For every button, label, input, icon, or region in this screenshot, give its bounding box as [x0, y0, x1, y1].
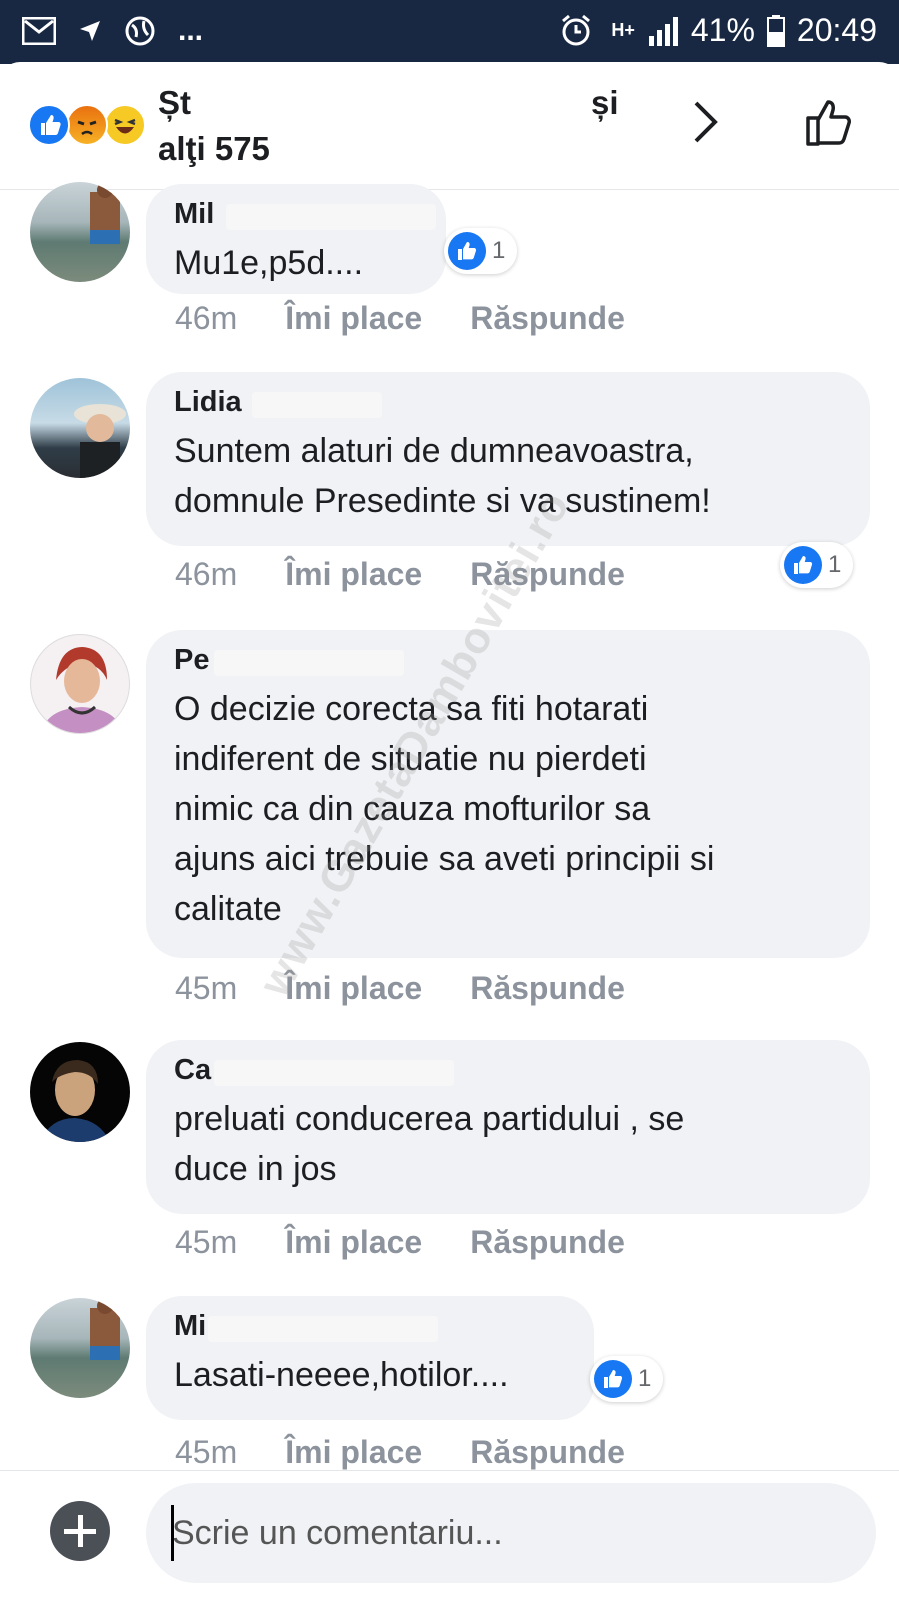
avatar[interactable]: [30, 378, 130, 478]
navigation-icon: [80, 21, 100, 41]
comment-text: Lasati-neeee,hotilor....: [174, 1356, 509, 1394]
comment-actions: 46m Îmi place Răspunde: [175, 556, 625, 593]
comment-author[interactable]: Ca: [174, 1054, 842, 1094]
reply-button[interactable]: Răspunde: [470, 300, 625, 337]
comment-bubble[interactable]: Mil Mu1e,p5d....: [146, 184, 446, 294]
angry-reaction-icon: [66, 104, 108, 146]
status-bar: ... H+ 41% 20:49: [0, 0, 899, 64]
comment-input[interactable]: Scrie un comentariu...: [146, 1483, 876, 1583]
comment-like-count[interactable]: 1: [780, 542, 854, 588]
comment-bubble[interactable]: Mi Lasati-neeee,hotilor....: [146, 1296, 594, 1420]
gmail-icon: [22, 17, 56, 45]
comment-text: Mu1e,p5d....: [174, 244, 364, 282]
comment-author[interactable]: Mi: [174, 1310, 566, 1350]
globe-icon: [125, 16, 155, 46]
like-outline-icon[interactable]: [804, 96, 856, 148]
comment-time: 45m: [175, 970, 238, 1006]
comment-time: 45m: [175, 1224, 238, 1260]
chevron-right-icon[interactable]: [693, 100, 719, 144]
like-button[interactable]: Îmi place: [285, 1434, 422, 1471]
reaction-icons: [28, 104, 158, 148]
comment-author[interactable]: Lidia: [174, 386, 842, 426]
signal-icon: [648, 16, 678, 46]
comment-text: O decizie corecta sa fiti hotarati indif…: [174, 690, 715, 928]
reactors-summary: Șt și alţi 575: [158, 84, 619, 167]
like-button[interactable]: Îmi place: [285, 1224, 422, 1261]
comment-bubble[interactable]: Pe O decizie corecta sa fiti hotarati in…: [146, 630, 870, 958]
reply-button[interactable]: Răspunde: [470, 970, 625, 1007]
comment-composer: Scrie un comentariu...: [0, 1470, 899, 1599]
avatar[interactable]: [30, 1042, 130, 1142]
comment-time: 45m: [175, 1434, 238, 1470]
battery-icon: [766, 14, 785, 47]
network-type: H+: [611, 20, 635, 40]
comment-bubble[interactable]: Ca preluati conducerea partidului , se d…: [146, 1040, 870, 1214]
avatar[interactable]: [30, 182, 130, 282]
comment-like-count[interactable]: 1: [590, 1356, 664, 1402]
reply-button[interactable]: Răspunde: [470, 1224, 625, 1261]
comment-actions: 45m Îmi place Răspunde: [175, 1434, 625, 1471]
comment-time: 46m: [175, 300, 238, 336]
like-icon: [784, 546, 822, 584]
text-cursor: [171, 1505, 174, 1561]
comment-time: 46m: [175, 556, 238, 592]
comment-author[interactable]: Pe: [174, 644, 842, 684]
comment-actions: 45m Îmi place Răspunde: [175, 1224, 625, 1261]
comment-author[interactable]: Mil: [174, 198, 436, 238]
add-attachment-button[interactable]: [50, 1501, 110, 1561]
comment-actions: 45m Îmi place Răspunde: [175, 970, 625, 1007]
reactions-header[interactable]: Șt și alţi 575: [0, 62, 899, 190]
comment-bubble[interactable]: Lidia Suntem alaturi de dumneavoastra, d…: [146, 372, 870, 546]
avatar[interactable]: [30, 634, 130, 734]
comment-text: preluati conducerea partidului , se duce…: [174, 1100, 685, 1188]
more-notifications-icon: ...: [178, 14, 204, 47]
haha-reaction-icon: [104, 104, 146, 146]
like-icon: [594, 1360, 632, 1398]
comment-actions: 46m Îmi place Răspunde: [175, 300, 625, 337]
like-button[interactable]: Îmi place: [285, 556, 422, 593]
alarm-icon: [562, 14, 591, 45]
avatar[interactable]: [30, 1298, 130, 1398]
comment-like-count[interactable]: 1: [444, 228, 518, 274]
like-button[interactable]: Îmi place: [285, 300, 422, 337]
comment-text: Suntem alaturi de dumneavoastra, domnule…: [174, 432, 711, 520]
like-icon: [448, 232, 486, 270]
like-reaction-icon: [28, 104, 70, 146]
battery-percent: 41%: [690, 12, 755, 48]
clock: 20:49: [796, 12, 877, 48]
reply-button[interactable]: Răspunde: [470, 1434, 625, 1471]
